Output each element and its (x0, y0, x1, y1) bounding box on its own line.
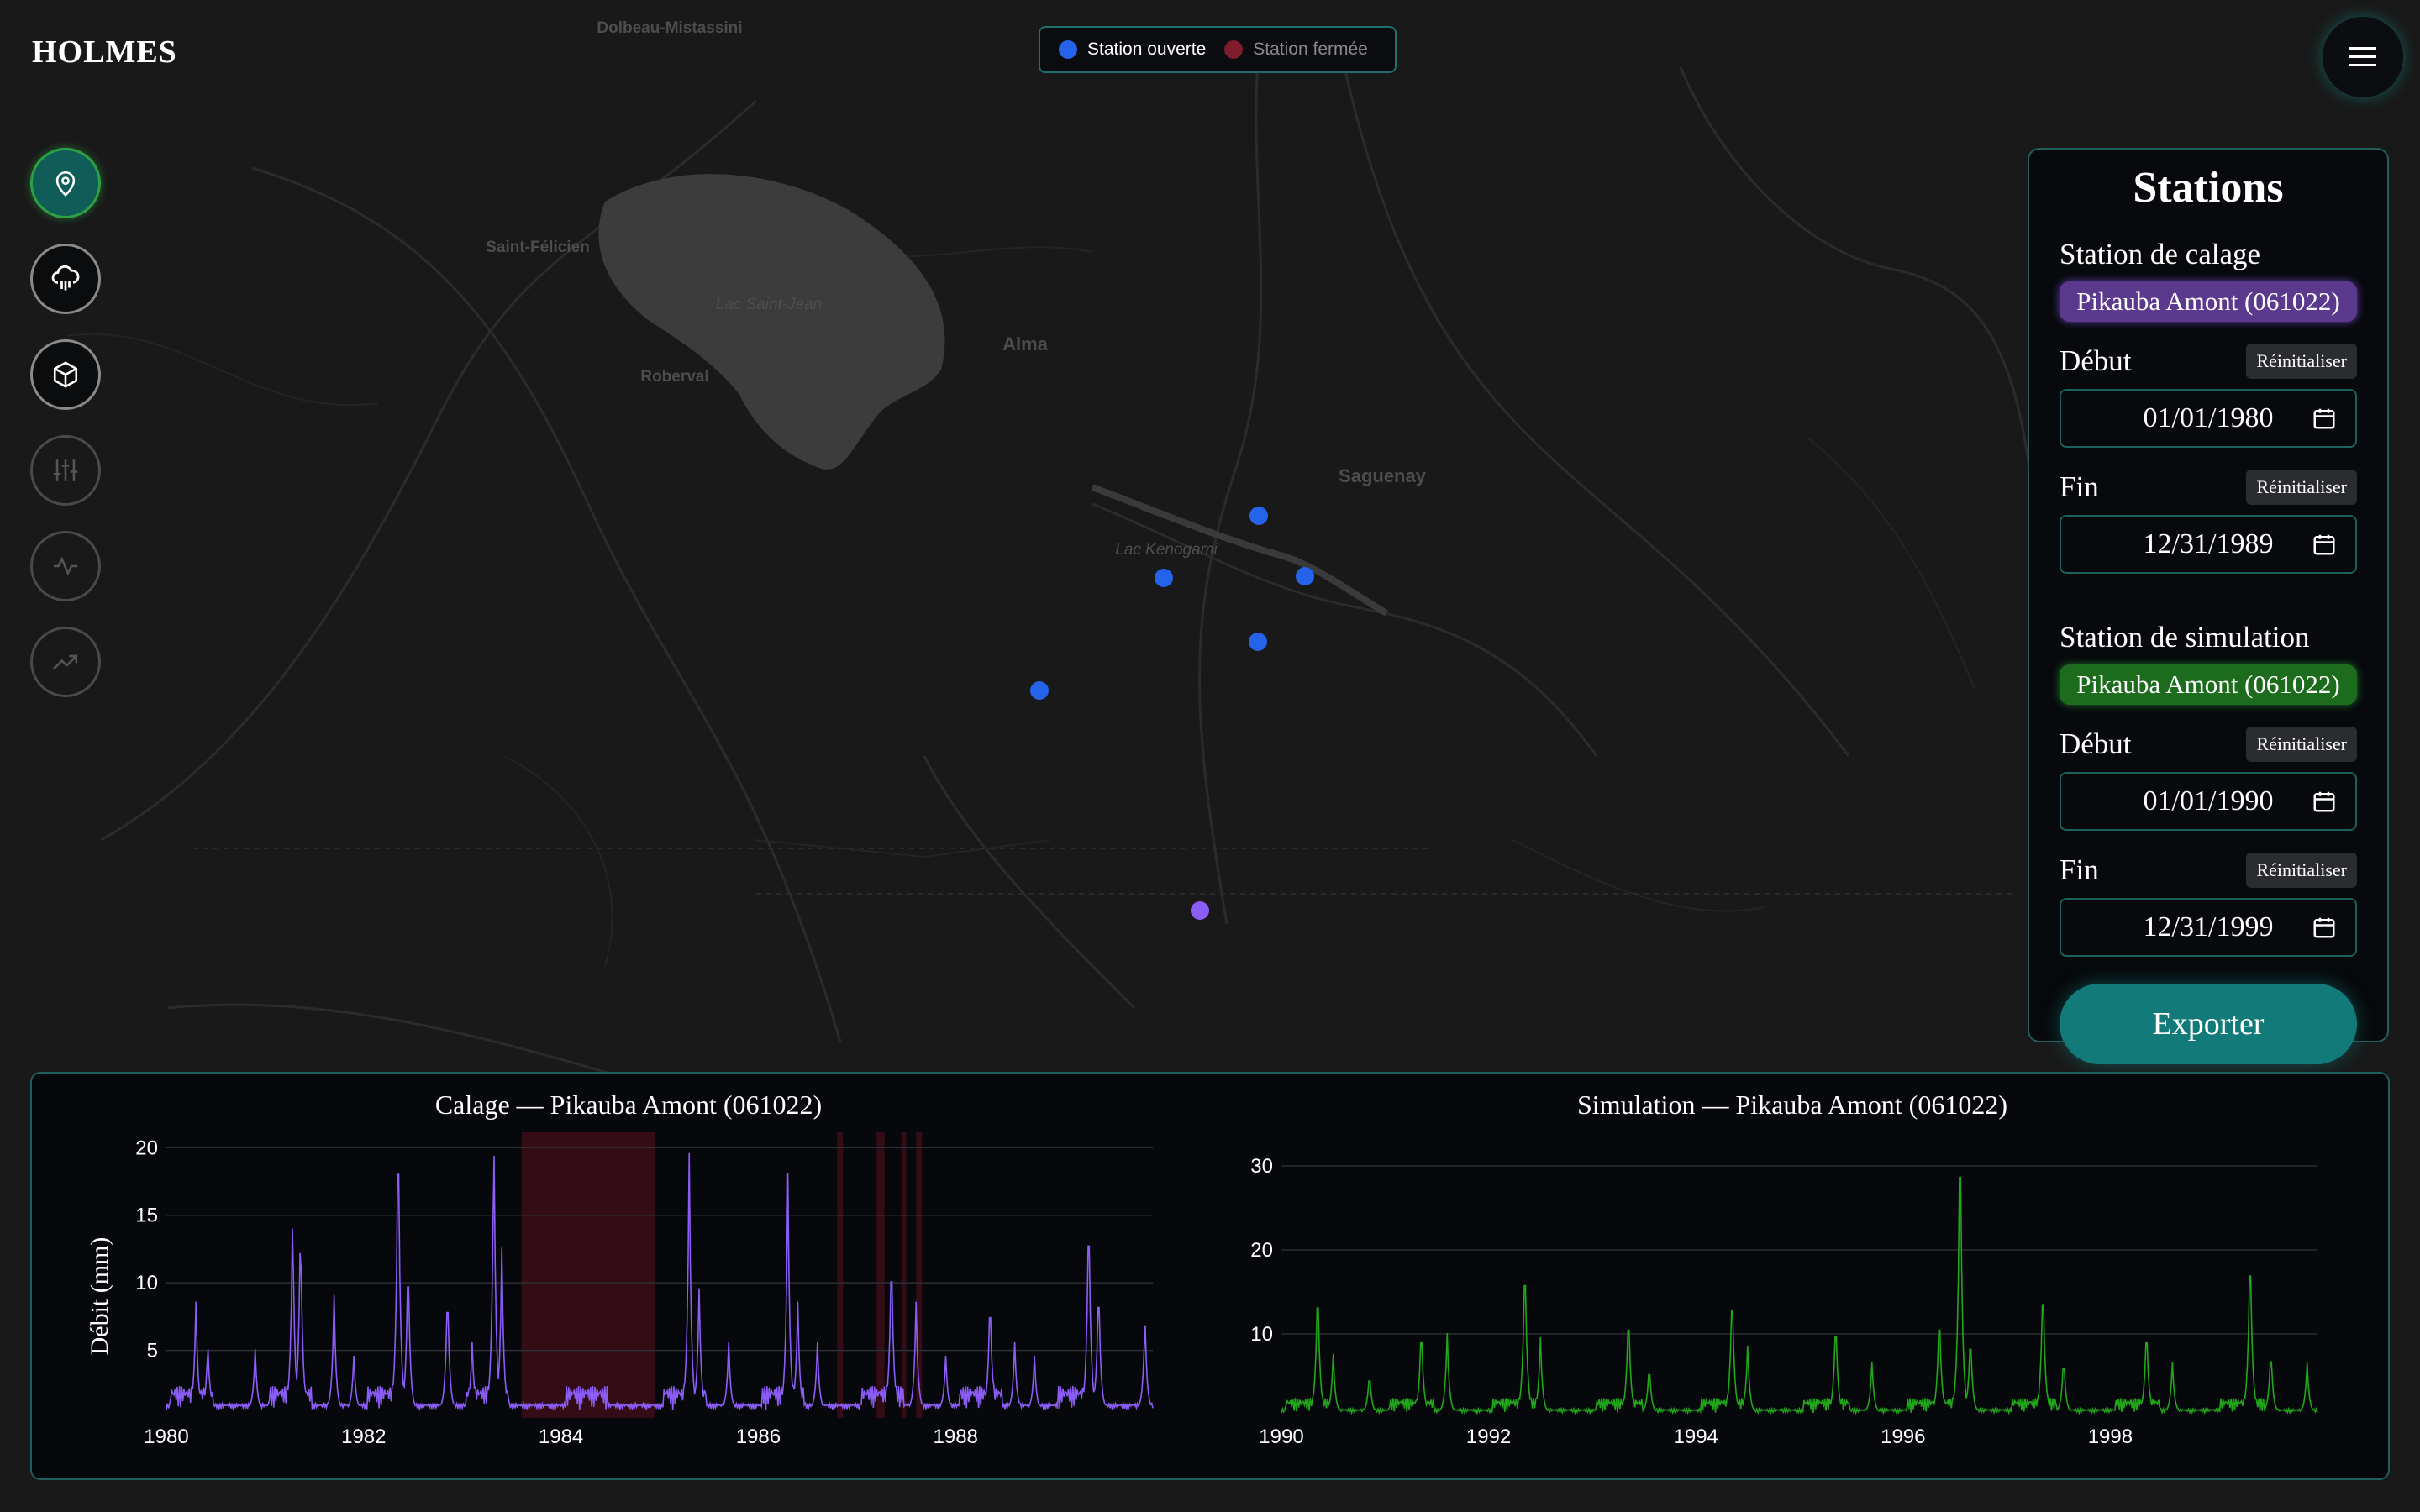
calage-start-row: Début Réinitialiser (2060, 344, 2357, 379)
simulation-start-value: 01/01/1990 (2143, 785, 2274, 816)
station-marker-open[interactable] (1296, 567, 1314, 585)
x-tick-label: 1988 (934, 1425, 978, 1448)
legend-label-closed: Station fermée (1253, 39, 1368, 59)
chart-title: Calage — Pikauba Amont (061022) (435, 1089, 822, 1120)
stations-panel: Stations Station de calage Pikauba Amont… (2028, 148, 2389, 1064)
calendar-icon[interactable] (2312, 915, 2337, 940)
tool-weather-button[interactable] (30, 244, 101, 314)
map-label: Alma (1002, 333, 1049, 354)
chart-ylabel: Débit (mm) (86, 1237, 113, 1356)
tool-trend-button[interactable] (30, 627, 101, 697)
charts-panel: Calage — Pikauba Amont (061022) Débit (mm… (30, 1072, 2390, 1480)
calage-end-label: Fin (2060, 470, 2099, 503)
y-tick-label: 20 (1250, 1239, 1273, 1262)
legend-label-open: Station ouverte (1087, 39, 1207, 59)
y-tick-label: 20 (135, 1137, 158, 1159)
legend: Station ouverte Station fermée (1039, 26, 1397, 73)
legend-item-open: Station ouverte (1059, 39, 1206, 60)
simulation-start-label: Début (2060, 727, 2132, 760)
calage-station-label: Station de calage (2060, 238, 2261, 270)
tool-signal-button[interactable] (30, 531, 101, 601)
tool-model-button[interactable] (30, 339, 101, 410)
series-line (166, 1152, 1154, 1411)
simulation-station-chip[interactable]: Pikauba Amont (061022) (2060, 664, 2357, 705)
map-label: Roberval (640, 368, 708, 386)
map-label: Lac Kenogami (1115, 541, 1218, 559)
y-tick-label: 30 (1250, 1155, 1273, 1178)
map-label: Saguenay (1339, 465, 1427, 486)
tool-map-button[interactable] (30, 148, 101, 218)
map-pin-icon (55, 171, 76, 197)
tool-settings-button[interactable] (30, 435, 101, 506)
rain-cloud-icon (51, 265, 80, 291)
y-tick-label: 10 (135, 1272, 158, 1294)
calage-station-chip[interactable]: Pikauba Amont (061022) (2060, 281, 2357, 322)
x-tick-label: 1992 (1466, 1425, 1511, 1448)
chart-title: Simulation — Pikauba Amont (061022) (1577, 1089, 2007, 1120)
charts-svg: Calage — Pikauba Amont (061022) Débit (mm… (86, 1089, 2318, 1448)
simulation-end-date-input[interactable]: 12/31/1999 (2060, 898, 2357, 957)
simulation-end-label: Fin (2060, 853, 2099, 886)
calendar-icon[interactable] (2312, 789, 2337, 814)
station-marker-open[interactable] (1249, 507, 1268, 525)
hamburger-icon (2349, 47, 2376, 66)
y-tick-label: 10 (1250, 1323, 1273, 1346)
calendar-icon[interactable] (2312, 532, 2337, 557)
x-tick-label: 1982 (341, 1425, 386, 1448)
calage-start-reset-button[interactable]: Réinitialiser (2246, 344, 2357, 379)
simulation-end-value: 12/31/1999 (2143, 911, 2274, 942)
legend-item-closed: Station fermée (1224, 39, 1368, 60)
x-tick-label: 1986 (736, 1425, 781, 1448)
pulse-icon (53, 556, 78, 576)
station-marker-selected[interactable] (1191, 901, 1209, 920)
open-station-dot-icon (1059, 40, 1077, 59)
map-label: Dolbeau-Mistassini (597, 19, 742, 37)
calage-end-value: 12/31/1989 (2143, 528, 2274, 559)
simulation-start-date-input[interactable]: 01/01/1990 (2060, 772, 2357, 831)
calage-end-date-input[interactable]: 12/31/1989 (2060, 515, 2357, 574)
simulation-end-reset-button[interactable]: Réinitialiser (2246, 853, 2357, 888)
simulation-end-row: Fin Réinitialiser (2060, 853, 2357, 888)
sliders-icon (53, 459, 78, 481)
station-marker-open[interactable] (1030, 681, 1049, 700)
calage-start-date-input[interactable]: 01/01/1980 (2060, 389, 2357, 448)
calage-end-reset-button[interactable]: Réinitialiser (2246, 470, 2357, 505)
calendar-icon[interactable] (2312, 406, 2337, 431)
x-tick-label: 1996 (1881, 1425, 1925, 1448)
y-tick-label: 5 (147, 1340, 158, 1362)
excluded-period-band (901, 1132, 907, 1418)
x-tick-label: 1980 (144, 1425, 188, 1448)
menu-button[interactable] (2323, 17, 2403, 97)
excluded-period-band (916, 1132, 923, 1418)
excluded-period-band (876, 1132, 885, 1418)
map-label: Saint-Félicien (486, 239, 590, 256)
simulation-station-label: Station de simulation (2060, 621, 2310, 654)
app-title: HOLMES (32, 34, 177, 70)
station-marker-open[interactable] (1249, 633, 1267, 651)
series-line (1281, 1176, 2318, 1415)
x-tick-label: 1990 (1259, 1425, 1303, 1448)
calage-start-label: Début (2060, 344, 2132, 377)
x-tick-label: 1998 (2088, 1425, 2133, 1448)
calage-end-row: Fin Réinitialiser (2060, 470, 2357, 505)
x-tick-label: 1984 (539, 1425, 583, 1448)
station-marker-open[interactable] (1155, 569, 1173, 587)
calage-start-value: 01/01/1980 (2143, 402, 2274, 433)
map-label: Lac Saint-Jean (716, 296, 823, 313)
panel-title: Stations (2133, 164, 2284, 212)
export-button[interactable]: Exporter (2060, 984, 2357, 1064)
y-tick-label: 15 (135, 1205, 158, 1227)
closed-station-dot-icon (1224, 40, 1244, 59)
left-toolbar (30, 148, 101, 722)
simulation-start-row: Début Réinitialiser (2060, 727, 2357, 762)
excluded-period-band (837, 1132, 844, 1418)
excluded-period-band (521, 1132, 655, 1418)
simulation-start-reset-button[interactable]: Réinitialiser (2246, 727, 2357, 762)
x-tick-label: 1994 (1674, 1425, 1718, 1448)
trend-up-icon (52, 654, 78, 670)
cube-icon (53, 361, 78, 388)
